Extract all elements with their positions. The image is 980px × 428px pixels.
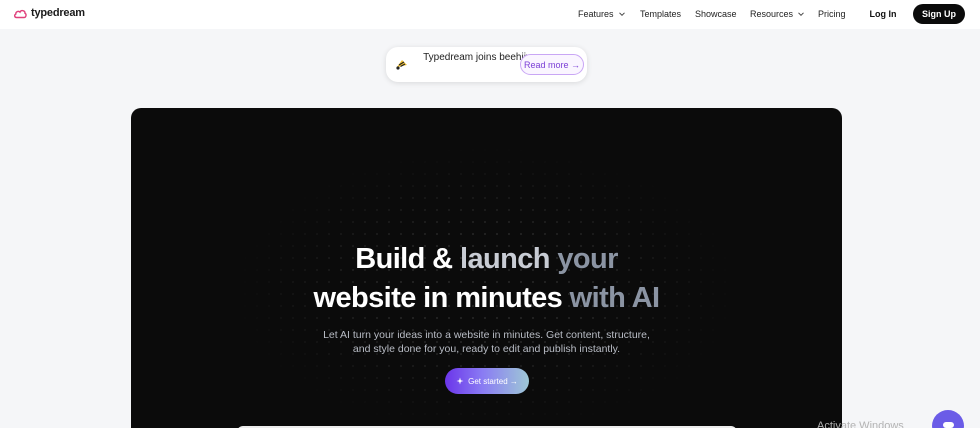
hero-title: Build & launch your website in minutes w… (131, 240, 842, 318)
nav-templates[interactable]: Templates (640, 9, 681, 19)
logo[interactable]: typedream (13, 7, 85, 19)
nav-resources-label: Resources (750, 9, 794, 19)
nav-features-label: Features (578, 9, 614, 19)
bee-icon (395, 57, 409, 76)
nav-showcase[interactable]: Showcase (695, 9, 737, 19)
sparkle-icon (456, 377, 464, 385)
nav-templates-label: Templates (640, 9, 682, 19)
top-navbar: typedream Features Templates Showcase Re… (0, 0, 980, 29)
chat-icon[interactable] (932, 410, 964, 428)
read-more-button[interactable]: Read more → (520, 54, 584, 75)
chevron-down-icon (798, 12, 804, 17)
banner-text: Typedream joins beehiiv (423, 52, 531, 63)
login-button[interactable]: Log In (859, 4, 907, 24)
cloud-logo-icon (13, 8, 27, 19)
chevron-down-icon (618, 12, 625, 17)
nav-features[interactable]: Features (578, 9, 626, 19)
nav-pricing[interactable]: Pricing (818, 9, 846, 19)
hero-title-part: your (557, 243, 618, 275)
chat-icon-glyph (943, 422, 954, 428)
hero-title-part: launch (459, 243, 558, 275)
nav-showcase-label: Showcase (695, 9, 737, 19)
signup-button[interactable]: Sign Up (913, 4, 965, 24)
get-started-label: Get started → (468, 376, 518, 386)
nav-resources[interactable]: Resources (750, 9, 805, 19)
activate-windows-watermark: Activate Windows (817, 420, 904, 428)
hero-title-part: Build & (355, 243, 460, 275)
nav-pricing-label: Pricing (818, 9, 846, 19)
hero-title-part: website in minutes (313, 282, 570, 314)
logo-text: typedream (31, 7, 85, 19)
get-started-button[interactable]: Get started → (445, 368, 529, 394)
announcement-banner: Typedream joins beehiiv Read more → (386, 47, 587, 82)
hero-subtitle: Let AI turn your ideas into a website in… (323, 329, 650, 355)
hero-section: Build & launch your website in minutes w… (131, 108, 842, 428)
hero-title-part: with AI (569, 282, 660, 314)
